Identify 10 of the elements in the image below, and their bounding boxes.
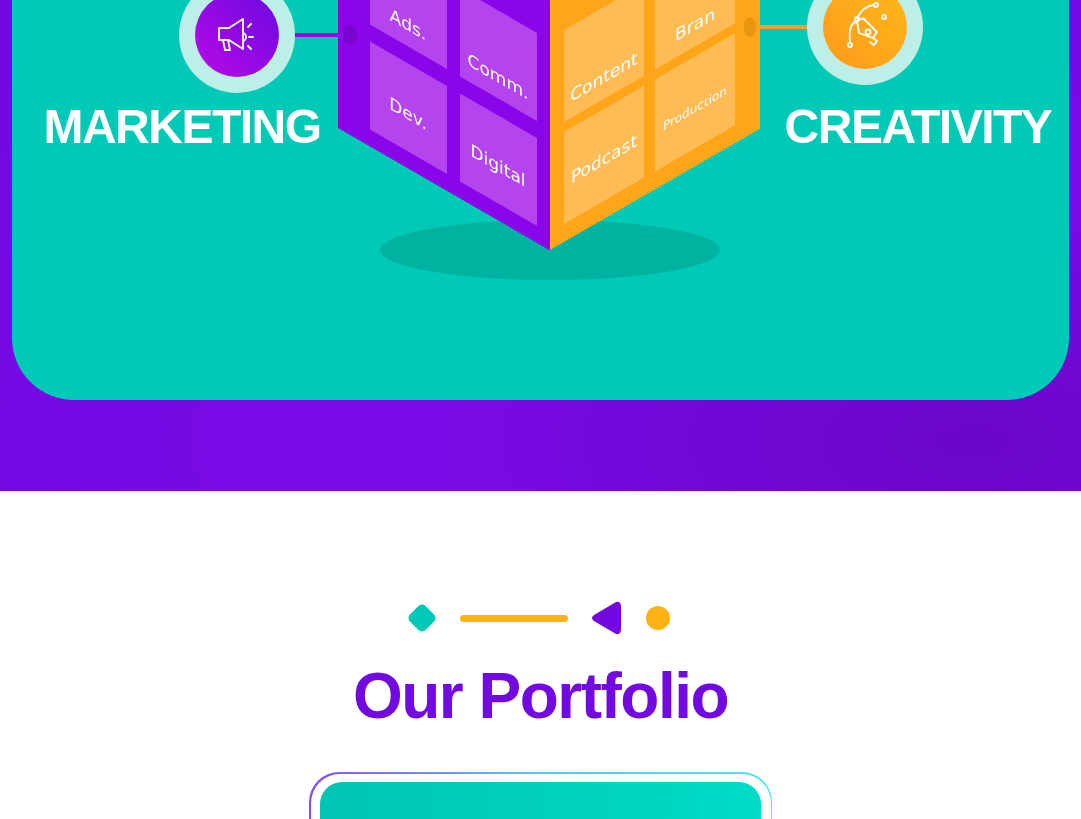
dot-icon [646,606,670,630]
pen-tool-icon [847,2,887,48]
tile-label: Ads. [389,4,427,45]
section-title: Our Portfolio [352,661,729,731]
tile-label: Bran [675,3,715,46]
tile-label: Dev. [389,92,427,134]
triangle-icon [590,601,622,635]
feature-label: CREATIVITY [784,100,1052,153]
feature-label: MARKETING [43,100,321,153]
megaphone-icon [218,18,254,51]
